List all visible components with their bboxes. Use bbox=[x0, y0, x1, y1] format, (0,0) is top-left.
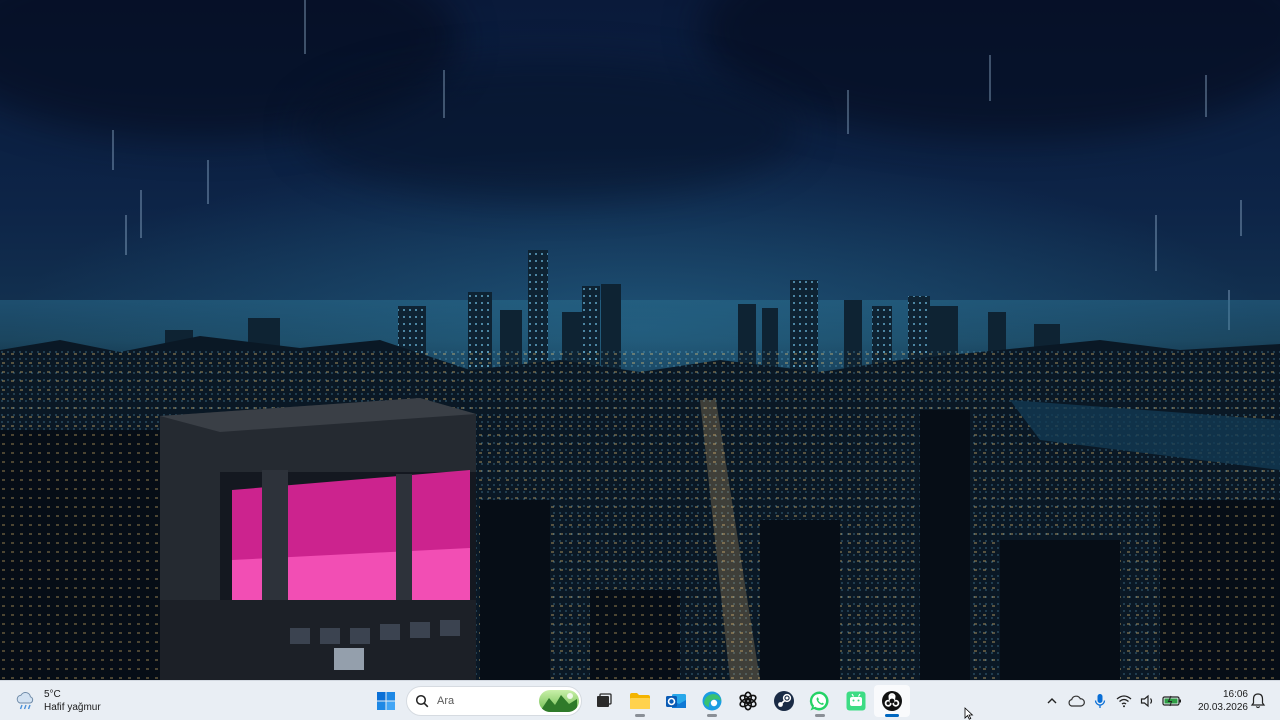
rooftop-building bbox=[160, 398, 476, 680]
search-box[interactable]: Ara bbox=[406, 686, 582, 716]
volume-button[interactable] bbox=[1136, 685, 1160, 717]
start-button[interactable] bbox=[368, 685, 404, 717]
rain-cloud-icon bbox=[14, 690, 36, 712]
notification-bell-icon bbox=[1250, 693, 1266, 709]
chevron-up-icon bbox=[1047, 698, 1057, 704]
mouse-cursor-icon bbox=[964, 707, 974, 720]
battery-button[interactable] bbox=[1160, 685, 1184, 717]
outlook-icon bbox=[666, 694, 686, 708]
task-view-button[interactable] bbox=[586, 685, 622, 717]
chatgpt-button[interactable] bbox=[730, 685, 766, 717]
network-button[interactable] bbox=[1112, 685, 1136, 717]
battery-icon bbox=[1162, 695, 1181, 707]
folder-icon bbox=[630, 693, 650, 709]
search-label: Ara bbox=[437, 695, 455, 707]
weather-widget[interactable]: 5°C Hafif yağmur bbox=[14, 687, 101, 715]
obs-button[interactable] bbox=[874, 685, 910, 717]
task-view-icon bbox=[597, 693, 612, 707]
show-hidden-icons-button[interactable] bbox=[1040, 685, 1064, 717]
whatsapp-button[interactable] bbox=[802, 685, 838, 717]
chatgpt-icon bbox=[739, 691, 757, 711]
android-icon bbox=[846, 691, 866, 711]
edge-browser-icon bbox=[702, 691, 722, 711]
weather-temperature: 5°C bbox=[44, 689, 61, 700]
onedrive-cloud-icon bbox=[1068, 695, 1085, 707]
system-tray bbox=[1040, 685, 1184, 717]
running-indicator bbox=[707, 714, 717, 717]
steam-icon bbox=[774, 691, 794, 711]
edge-button[interactable] bbox=[694, 685, 730, 717]
outlook-button[interactable] bbox=[658, 685, 694, 717]
weather-condition: Hafif yağmur bbox=[44, 702, 101, 713]
speaker-icon bbox=[1140, 694, 1153, 708]
obs-studio-icon bbox=[882, 691, 902, 711]
windows-start-icon bbox=[377, 692, 395, 710]
wifi-icon bbox=[1116, 695, 1132, 708]
steam-button[interactable] bbox=[766, 685, 802, 717]
search-icon bbox=[415, 694, 429, 708]
taskbar: 5°C Hafif yağmur Ara 16:06 20.03.2026 bbox=[0, 680, 1280, 720]
search-highlight-badge bbox=[539, 690, 579, 712]
clock[interactable]: 16:06 20.03.2026 bbox=[1190, 688, 1248, 714]
onedrive-button[interactable] bbox=[1064, 685, 1088, 717]
notification-button[interactable] bbox=[1250, 692, 1266, 710]
android-app-button[interactable] bbox=[838, 685, 874, 717]
desktop-wallpaper bbox=[0, 0, 1280, 680]
clock-time: 16:06 bbox=[1222, 689, 1248, 700]
clock-date: 20.03.2026 bbox=[1197, 702, 1248, 713]
file-explorer-button[interactable] bbox=[622, 685, 658, 717]
microphone-button[interactable] bbox=[1088, 685, 1112, 717]
running-indicator bbox=[635, 714, 645, 717]
whatsapp-icon bbox=[809, 691, 829, 711]
running-indicator bbox=[815, 714, 825, 717]
city-skyline bbox=[0, 250, 1280, 680]
taskbar-center: Ara bbox=[368, 685, 910, 717]
microphone-icon bbox=[1094, 694, 1106, 708]
running-indicator bbox=[885, 714, 899, 717]
